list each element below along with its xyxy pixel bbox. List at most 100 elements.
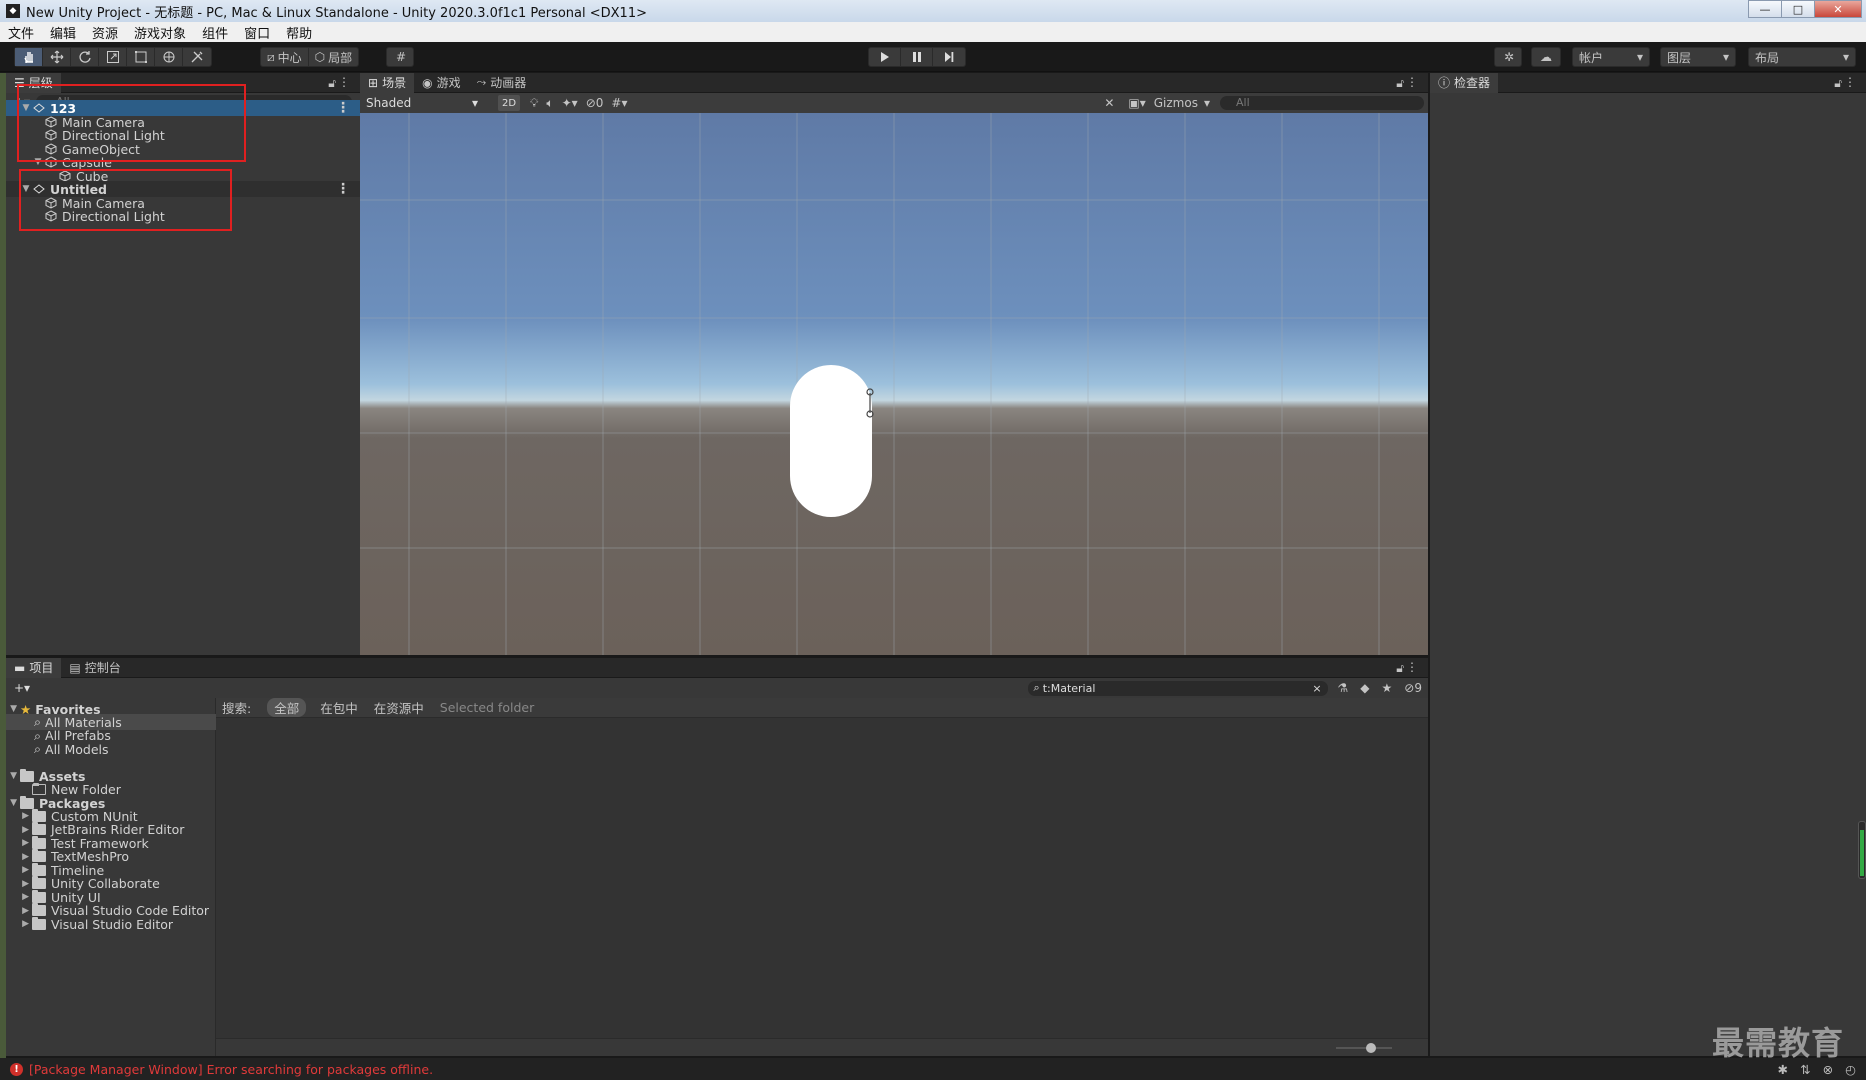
pivot-local-button[interactable]: ⬡ 局部	[309, 48, 359, 66]
lighting-icon[interactable]: 💡︎	[530, 96, 538, 111]
toggle-2d-button[interactable]: 2D	[498, 95, 520, 111]
project-toolbar: +▾ ⌕ t:Material × ⚗ ◆ ★ ⊘ 9	[6, 678, 1428, 698]
account-dropdown[interactable]: 帐户 ▾	[1572, 47, 1650, 67]
collapse-arrow-icon[interactable]: ▶	[6, 852, 32, 862]
rect-tool-icon[interactable]	[127, 48, 155, 66]
pivot-toggles: ⧄ 中心 ⬡ 局部	[260, 47, 360, 67]
search-icon: ⌕	[34, 741, 42, 756]
filter-all[interactable]: 全部	[267, 698, 307, 717]
eye-slash-icon: ⊘	[585, 96, 596, 110]
minimize-button[interactable]: —	[1748, 0, 1782, 18]
panel-menu-icon[interactable]: ⋮	[338, 75, 350, 89]
tab-scene[interactable]: ⊞ 场景	[360, 72, 415, 93]
custom-tool-icon[interactable]	[183, 48, 211, 66]
slider-handle[interactable]	[1366, 1043, 1376, 1053]
camera-icon[interactable]: ▣▾	[1128, 96, 1145, 110]
pivot-center-button[interactable]: ⧄ 中心	[261, 48, 309, 66]
search-icon: ⌕	[1033, 681, 1040, 694]
tab-project[interactable]: ▬ 项目	[6, 657, 62, 678]
pause-button[interactable]	[901, 48, 933, 66]
scene-panel: ⊞ 场景 ◉ 游戏 ⤳ 动画器 🔓︎ ⋮ Shaded ▾ 2D 💡︎ 🔈︎ ✦▾	[360, 72, 1428, 655]
pause-icon	[912, 52, 921, 62]
gizmos-dropdown[interactable]: Gizmos ▾	[1154, 96, 1210, 110]
create-asset-button[interactable]: +▾	[14, 681, 30, 695]
icon-size-slider[interactable]	[1336, 1043, 1392, 1053]
play-controls	[868, 47, 966, 67]
play-button[interactable]	[869, 48, 901, 66]
maximize-button[interactable]: □	[1781, 0, 1815, 18]
collapse-arrow-icon[interactable]: ▶	[6, 811, 32, 821]
tab-game[interactable]: ◉ 游戏	[414, 73, 469, 93]
lock-icon[interactable]: 🔓︎	[328, 76, 336, 91]
expand-arrow-icon[interactable]: ▼	[6, 704, 20, 714]
collab-icon: ✲	[1503, 50, 1515, 64]
folder-icon	[32, 903, 46, 916]
collapse-arrow-icon[interactable]: ▶	[6, 879, 32, 889]
menu-component[interactable]: 组件	[194, 23, 236, 42]
menu-window[interactable]: 窗口	[236, 23, 278, 42]
filter-in-assets[interactable]: 在资源中	[374, 698, 424, 717]
expand-arrow-icon[interactable]: ▼	[6, 771, 20, 781]
project-search-input[interactable]: ⌕ t:Material ×	[1027, 680, 1328, 696]
project-footer	[216, 1038, 1428, 1056]
tools-icon[interactable]: ✕	[1104, 96, 1114, 110]
grid-toggle-icon[interactable]: #▾	[611, 96, 627, 110]
filter-in-packages[interactable]: 在包中	[320, 698, 358, 717]
tab-inspector[interactable]: ⓘ 检查器	[1430, 72, 1499, 93]
hidden-objects-toggle[interactable]: ⊘ 0	[586, 96, 604, 110]
collapse-arrow-icon[interactable]: ▶	[6, 865, 32, 875]
scene-search-input[interactable]: All	[1220, 96, 1424, 110]
menu-edit[interactable]: 编辑	[42, 23, 84, 42]
expand-arrow-icon[interactable]: ▼	[6, 798, 20, 808]
folder-icon	[20, 795, 34, 809]
clear-search-icon[interactable]: ×	[1312, 682, 1321, 695]
search-by-type-icon[interactable]: ⚗	[1338, 681, 1349, 695]
hand-tool-icon[interactable]	[15, 48, 43, 66]
scene-viewport[interactable]	[360, 113, 1428, 655]
project-tabbar: ▬ 项目 ▤ 控制台 🔓︎ ⋮	[6, 657, 1428, 678]
panel-menu-icon[interactable]: ⋮	[1844, 75, 1856, 89]
panel-menu-icon[interactable]: ⋮	[1406, 75, 1418, 89]
move-tool-icon[interactable]	[43, 48, 71, 66]
layers-dropdown[interactable]: 图层 ▾	[1660, 47, 1736, 67]
grid-snap-button[interactable]: #	[386, 47, 414, 67]
layout-dropdown[interactable]: 布局 ▾	[1748, 47, 1856, 67]
window-title: New Unity Project - 无标题 - PC, Mac & Linu…	[26, 5, 647, 21]
shading-dropdown[interactable]: Shaded ▾	[360, 94, 484, 112]
search-by-label-icon[interactable]: ◆	[1360, 681, 1369, 695]
dropdown-arrow-icon: ▾	[471, 96, 478, 110]
menu-assets[interactable]: 资源	[84, 23, 126, 42]
menu-file[interactable]: 文件	[0, 23, 42, 42]
status-message[interactable]: [Package Manager Window] Error searching…	[29, 1062, 433, 1077]
menu-gameobject[interactable]: 游戏对象	[126, 23, 194, 42]
effects-icon[interactable]: ✦▾	[562, 96, 578, 110]
cloud-button[interactable]: ☁	[1531, 47, 1561, 67]
filter-selected-folder[interactable]: Selected folder	[440, 700, 534, 715]
favorite-item[interactable]: ⌕ All Models	[6, 741, 216, 757]
collapse-arrow-icon[interactable]: ▶	[6, 825, 32, 835]
lock-icon[interactable]: 🔓︎	[1834, 76, 1842, 91]
menu-help[interactable]: 帮助	[278, 23, 320, 42]
step-button[interactable]	[933, 48, 965, 66]
collab-button[interactable]: ✲	[1494, 47, 1522, 67]
lock-icon[interactable]: 🔓︎	[1396, 76, 1404, 91]
audio-icon[interactable]: 🔈︎	[546, 96, 553, 111]
scale-tool-icon[interactable]	[99, 48, 127, 66]
lock-icon[interactable]: 🔓︎	[1396, 661, 1404, 676]
collapse-arrow-icon[interactable]: ▶	[6, 919, 32, 929]
save-search-star-icon[interactable]: ★	[1382, 681, 1393, 695]
transform-tool-icon[interactable]	[155, 48, 183, 66]
progress-icon[interactable]: ◴	[1845, 1062, 1856, 1077]
rotate-tool-icon[interactable]	[71, 48, 99, 66]
collapse-arrow-icon[interactable]: ▶	[6, 906, 32, 916]
folder-item[interactable]: ▶ Visual Studio Editor	[6, 916, 216, 932]
collapse-arrow-icon[interactable]: ▶	[6, 838, 32, 848]
close-button[interactable]: ✕	[1814, 0, 1862, 18]
hidden-packages-toggle[interactable]: ⊘ 9	[1404, 681, 1422, 695]
collapse-arrow-icon[interactable]: ▶	[6, 892, 32, 902]
tab-animator[interactable]: ⤳ 动画器	[469, 73, 535, 93]
panel-menu-icon[interactable]: ⋮	[1406, 660, 1418, 674]
highlight-box	[17, 84, 246, 162]
animator-icon: ⤳	[476, 75, 487, 89]
tab-console[interactable]: ▤ 控制台	[61, 658, 128, 678]
